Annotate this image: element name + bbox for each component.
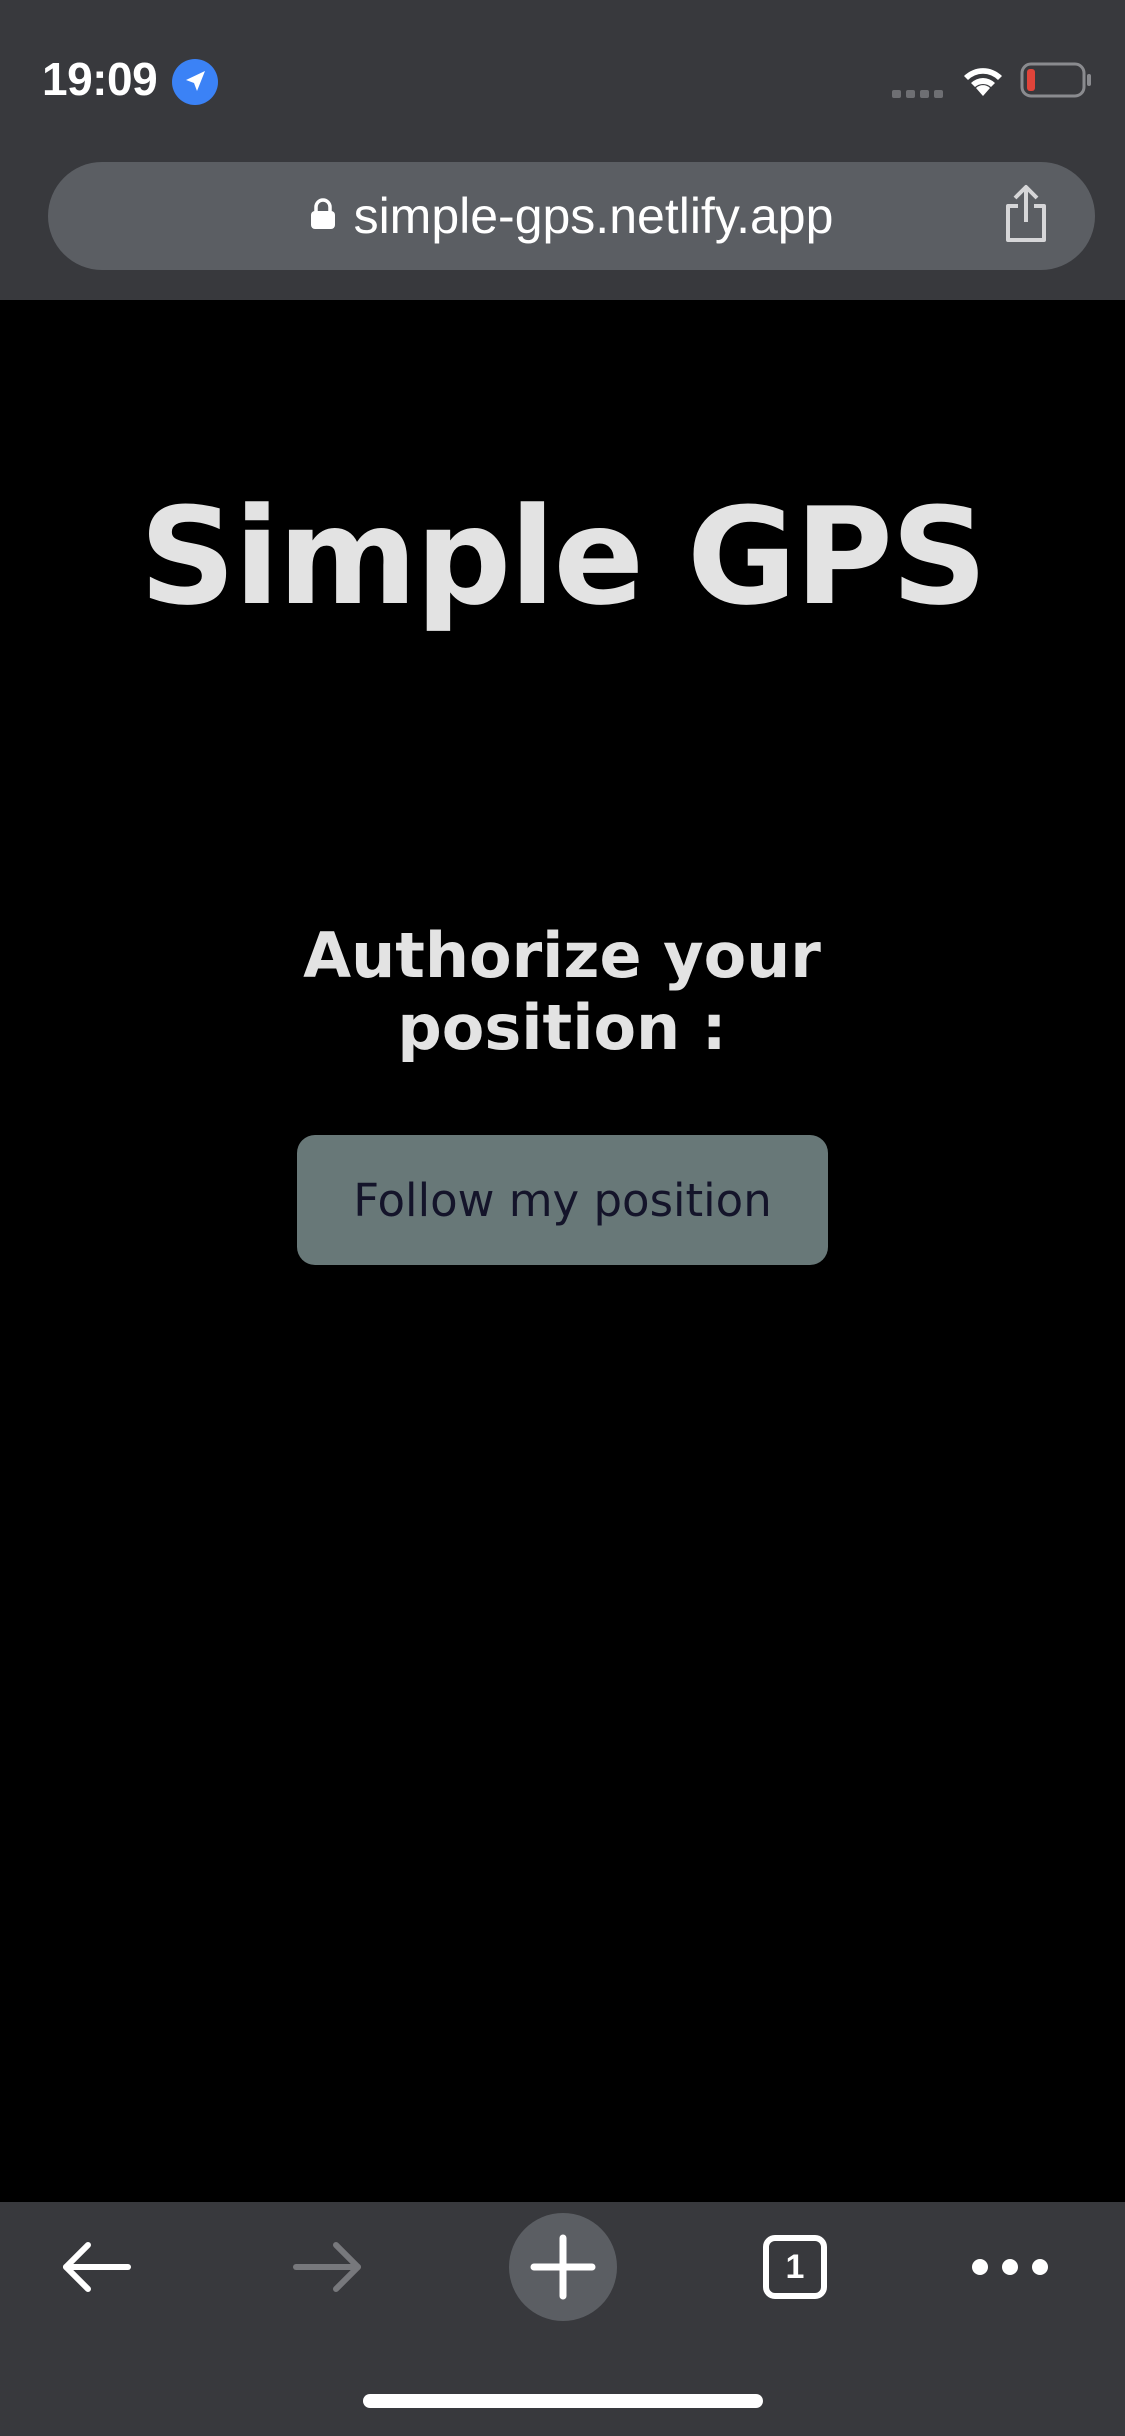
more-button[interactable] <box>950 2202 1070 2332</box>
browser-top-chrome: 19:09 simple-gps.netlify.app <box>0 0 1125 300</box>
follow-my-position-button[interactable]: Follow my position <box>297 1135 828 1265</box>
arrow-left-icon <box>63 2242 131 2292</box>
lock-icon <box>310 198 335 229</box>
battery-low-icon <box>1020 62 1091 98</box>
url-content: simple-gps.netlify.app <box>48 162 1095 270</box>
authorize-heading: Authorize your position : <box>303 919 821 1064</box>
forward-button[interactable] <box>268 2202 388 2332</box>
home-indicator <box>363 2394 763 2408</box>
arrow-right-icon <box>293 2242 361 2292</box>
new-tab-circle <box>509 2213 617 2321</box>
url-bar[interactable]: simple-gps.netlify.app <box>48 162 1095 270</box>
status-time: 19:09 <box>42 53 158 105</box>
wifi-icon <box>964 68 1002 96</box>
new-tab-button[interactable] <box>505 2202 621 2332</box>
more-dots-icon <box>972 2259 1048 2275</box>
plus-icon <box>530 2234 596 2300</box>
location-arrow-icon <box>172 59 218 105</box>
status-bar: 19:09 <box>0 0 1125 150</box>
browser-bottom-toolbar: 1 <box>0 2202 1125 2436</box>
back-button[interactable] <box>36 2202 156 2332</box>
share-icon[interactable] <box>1001 184 1051 244</box>
screen: 19:09 simple-gps.netlify.app Simple GPS … <box>0 0 1125 2436</box>
url-text: simple-gps.netlify.app <box>353 188 834 244</box>
cellular-signal-icon <box>892 90 943 98</box>
tabs-button[interactable]: 1 <box>735 2202 855 2332</box>
tab-count: 1 <box>763 2235 827 2299</box>
page-title: Simple GPS <box>139 479 987 635</box>
